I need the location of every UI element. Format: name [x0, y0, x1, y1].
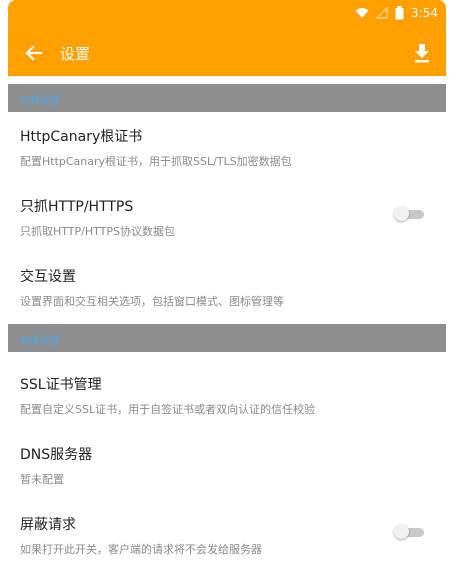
- arrow-back-icon[interactable]: [22, 42, 44, 64]
- toggle-knob: [394, 524, 409, 539]
- setting-dns-server[interactable]: DNS服务器 暂未配置: [8, 430, 446, 500]
- status-icons: 3:54: [355, 6, 438, 20]
- section-header-general: 常规设置: [8, 84, 446, 112]
- toggle-knob: [394, 206, 409, 221]
- setting-title: 只抓HTTP/HTTPS: [20, 199, 134, 215]
- setting-subtitle: 设置界面和交互相关选项，包括窗口模式、图标管理等: [20, 295, 284, 308]
- setting-block-requests[interactable]: 屏蔽请求 如果打开此开关，客户端的请求将不会发给服务器: [8, 500, 446, 570]
- status-time: 3:54: [411, 6, 438, 20]
- setting-title: 屏蔽请求: [20, 517, 76, 533]
- setting-subtitle: 暂未配置: [20, 473, 64, 486]
- setting-subtitle: 只抓取HTTP/HTTPS协议数据包: [20, 225, 175, 238]
- setting-ssl-certificates[interactable]: SSL证书管理 配置自定义SSL证书，用于自签证书或者双向认证的信任校验: [8, 360, 446, 430]
- setting-title: HttpCanary根证书: [20, 129, 143, 145]
- setting-root-certificate[interactable]: HttpCanary根证书 配置HttpCanary根证书，用于抓取SSL/TL…: [8, 112, 446, 182]
- app-bar: 设置: [8, 30, 446, 76]
- setting-title: DNS服务器: [20, 447, 93, 463]
- setting-subtitle: 如果打开此开关，客户端的请求将不会发给服务器: [20, 543, 262, 556]
- page-title: 设置: [60, 45, 91, 63]
- battery-icon: [395, 6, 404, 20]
- setting-http-only[interactable]: 只抓HTTP/HTTPS 只抓取HTTP/HTTPS协议数据包: [8, 182, 446, 252]
- download-icon[interactable]: [412, 42, 432, 64]
- section-header-advanced: 高级设置: [8, 324, 446, 352]
- http-only-toggle[interactable]: [394, 206, 424, 221]
- setting-title: SSL证书管理: [20, 377, 102, 393]
- section-label: 高级设置: [20, 336, 60, 347]
- setting-title: 交互设置: [20, 269, 76, 285]
- block-requests-toggle[interactable]: [394, 524, 424, 539]
- signal-icon: [376, 7, 388, 19]
- status-bar: 3:54: [8, 0, 446, 30]
- section-label: 常规设置: [20, 96, 60, 107]
- setting-subtitle: 配置HttpCanary根证书，用于抓取SSL/TLS加密数据包: [20, 155, 292, 168]
- setting-interaction[interactable]: 交互设置 设置界面和交互相关选项，包括窗口模式、图标管理等: [8, 252, 446, 322]
- wifi-icon: [355, 8, 369, 18]
- setting-subtitle: 配置自定义SSL证书，用于自签证书或者双向认证的信任校验: [20, 403, 316, 416]
